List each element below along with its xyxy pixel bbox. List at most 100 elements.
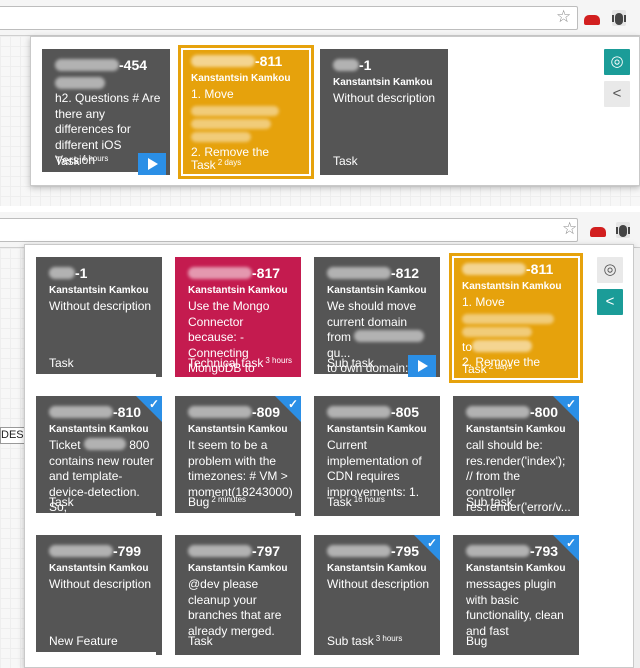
task-key: -811 <box>191 53 282 69</box>
redacted-text <box>188 545 252 557</box>
description-text: messages plugin with basic functionality… <box>466 577 564 638</box>
task-type-label: Sub task <box>327 356 374 370</box>
play-icon[interactable] <box>138 153 166 175</box>
task-tile[interactable]: -454 h2. Questions # Are there any differ… <box>42 49 170 175</box>
task-type: Task <box>188 634 213 648</box>
redacted-text <box>462 263 526 275</box>
description-text: Current implementation of CDN requires i… <box>327 438 422 499</box>
task-author: Kanstantsin Kamkou <box>188 563 288 574</box>
task-type: Sub task <box>327 356 374 370</box>
task-author <box>55 77 105 91</box>
task-key: -810 <box>49 404 141 420</box>
task-tile[interactable]: -800 Kanstantsin Kamkou call should be: re… <box>453 396 579 516</box>
task-type-label: Task <box>49 356 74 370</box>
task-key: -795 <box>327 543 419 559</box>
task-author: Kanstantsin Kamkou <box>327 563 427 574</box>
task-key: -805 <box>327 404 419 420</box>
task-key-number: -799 <box>113 543 142 559</box>
task-author: Kanstantsin Kamkou <box>49 563 149 574</box>
task-tile[interactable]: -812 Kanstantsin Kamkou We should move cur… <box>314 257 440 377</box>
task-type: New Feature <box>49 634 118 648</box>
redacted-text <box>327 406 391 418</box>
redacted-line <box>462 313 554 324</box>
task-key: -799 <box>49 543 141 559</box>
task-key: -817 <box>188 265 280 281</box>
description-text-mid: to <box>462 339 473 354</box>
task-tile[interactable]: -809 Kanstantsin Kamkou It seem to be a pr… <box>175 396 301 516</box>
task-description: Without description <box>327 577 432 593</box>
task-tile[interactable]: -1 Kanstantsin Kamkou Without description T… <box>36 257 162 377</box>
car-icon[interactable] <box>590 227 606 237</box>
task-tile[interactable]: -799 Kanstantsin Kamkou Without descriptio… <box>36 535 162 655</box>
description-text: @dev please cleanup your branches that a… <box>188 577 282 638</box>
task-time-estimate: 2 days <box>217 158 242 167</box>
task-author: Kanstantsin Kamkou <box>466 424 566 435</box>
description-line: 1. Move <box>191 87 234 101</box>
address-bar[interactable] <box>0 6 578 30</box>
task-author: Kanstantsin Kamkou <box>191 73 291 84</box>
bug-extension-icon[interactable] <box>612 10 626 26</box>
redacted-text <box>49 267 75 279</box>
browser-toolbar-bottom: ☆ <box>0 212 640 248</box>
task-tile[interactable]: -793 Kanstantsin Kamkou messages plugin wi… <box>453 535 579 655</box>
task-type-label: Task <box>462 362 487 376</box>
task-type: Bug 2 minutes <box>188 495 246 509</box>
task-key-number: -812 <box>391 265 420 281</box>
task-author: Kanstantsin Kamkou <box>462 281 562 292</box>
task-description: Without description <box>333 91 440 107</box>
redacted-text <box>327 267 391 279</box>
description-text: 1. Move <box>462 295 505 309</box>
task-key-number: -811 <box>255 53 283 69</box>
task-tile[interactable]: -811 Kanstantsin Kamkou 1. Move 2. Remove t… <box>178 45 314 179</box>
task-tile[interactable]: -797 Kanstantsin Kamkou @dev please cleanu… <box>175 535 301 655</box>
task-type: Technical task 3 hours <box>188 356 292 370</box>
task-key-number: -1 <box>75 265 88 281</box>
task-time-estimate: 16 hours <box>353 495 385 504</box>
progress-bar <box>42 172 151 175</box>
target-icon[interactable]: ◎ <box>597 257 623 283</box>
target-icon[interactable]: ◎ <box>604 49 630 75</box>
task-tile[interactable]: -810 Kanstantsin Kamkou Ticket 800 contain… <box>36 396 162 516</box>
task-tile[interactable]: -795 Kanstantsin Kamkou Without descriptio… <box>314 535 440 655</box>
redacted-text <box>188 406 252 418</box>
redacted-text <box>49 406 113 418</box>
task-key-number: -817 <box>252 265 281 281</box>
task-tile[interactable]: -811 Kanstantsin Kamkou 1. Move to 2. Remov… <box>449 253 583 383</box>
bug-extension-icon[interactable] <box>616 222 630 238</box>
task-tile[interactable]: -1 Kanstantsin Kamkou Without description T… <box>320 49 448 175</box>
task-key: -454 <box>55 57 147 73</box>
redacted-text <box>333 59 359 71</box>
redacted-text <box>472 339 533 352</box>
task-author: Kanstantsin Kamkou <box>466 563 566 574</box>
description-text: Without description <box>49 577 152 591</box>
star-icon[interactable]: ☆ <box>556 8 571 25</box>
task-description: Without description <box>49 577 154 593</box>
progress-bar <box>36 513 156 516</box>
task-author: Kanstantsin Kamkou <box>49 424 149 435</box>
task-author: Kanstantsin Kamkou <box>327 424 427 435</box>
task-time-estimate: 2 minutes <box>211 495 247 504</box>
share-icon[interactable]: < <box>597 289 623 315</box>
scrollbar[interactable] <box>634 248 640 668</box>
task-type-label: Task <box>191 158 216 172</box>
task-tile[interactable]: -805 Kanstantsin Kamkou Current implementa… <box>314 396 440 516</box>
task-author: Kanstantsin Kamkou <box>188 285 288 296</box>
address-bar[interactable] <box>0 218 578 242</box>
progress-bar <box>36 652 156 655</box>
task-type: Task <box>49 495 74 509</box>
share-icon[interactable]: < <box>604 81 630 107</box>
redacted-text <box>83 438 126 450</box>
extension-popup-top: -454 h2. Questions # Are there any differ… <box>30 36 640 186</box>
task-tile[interactable]: -817 Kanstantsin Kamkou Use the Mongo Conn… <box>175 257 301 377</box>
redacted-line <box>191 118 271 129</box>
task-key: -812 <box>327 265 419 281</box>
task-key-number: -797 <box>252 543 281 559</box>
task-type: Task <box>333 154 358 168</box>
play-icon[interactable] <box>408 355 436 377</box>
car-icon[interactable] <box>584 15 600 25</box>
browser-toolbar-top: ☆ <box>0 0 640 36</box>
redacted-text <box>55 59 119 71</box>
task-type: Task 2 days <box>462 362 512 376</box>
star-icon[interactable]: ☆ <box>562 220 577 237</box>
screenshot-stage: ☆ -454 h2. Questions # Are there any diff… <box>0 0 640 668</box>
